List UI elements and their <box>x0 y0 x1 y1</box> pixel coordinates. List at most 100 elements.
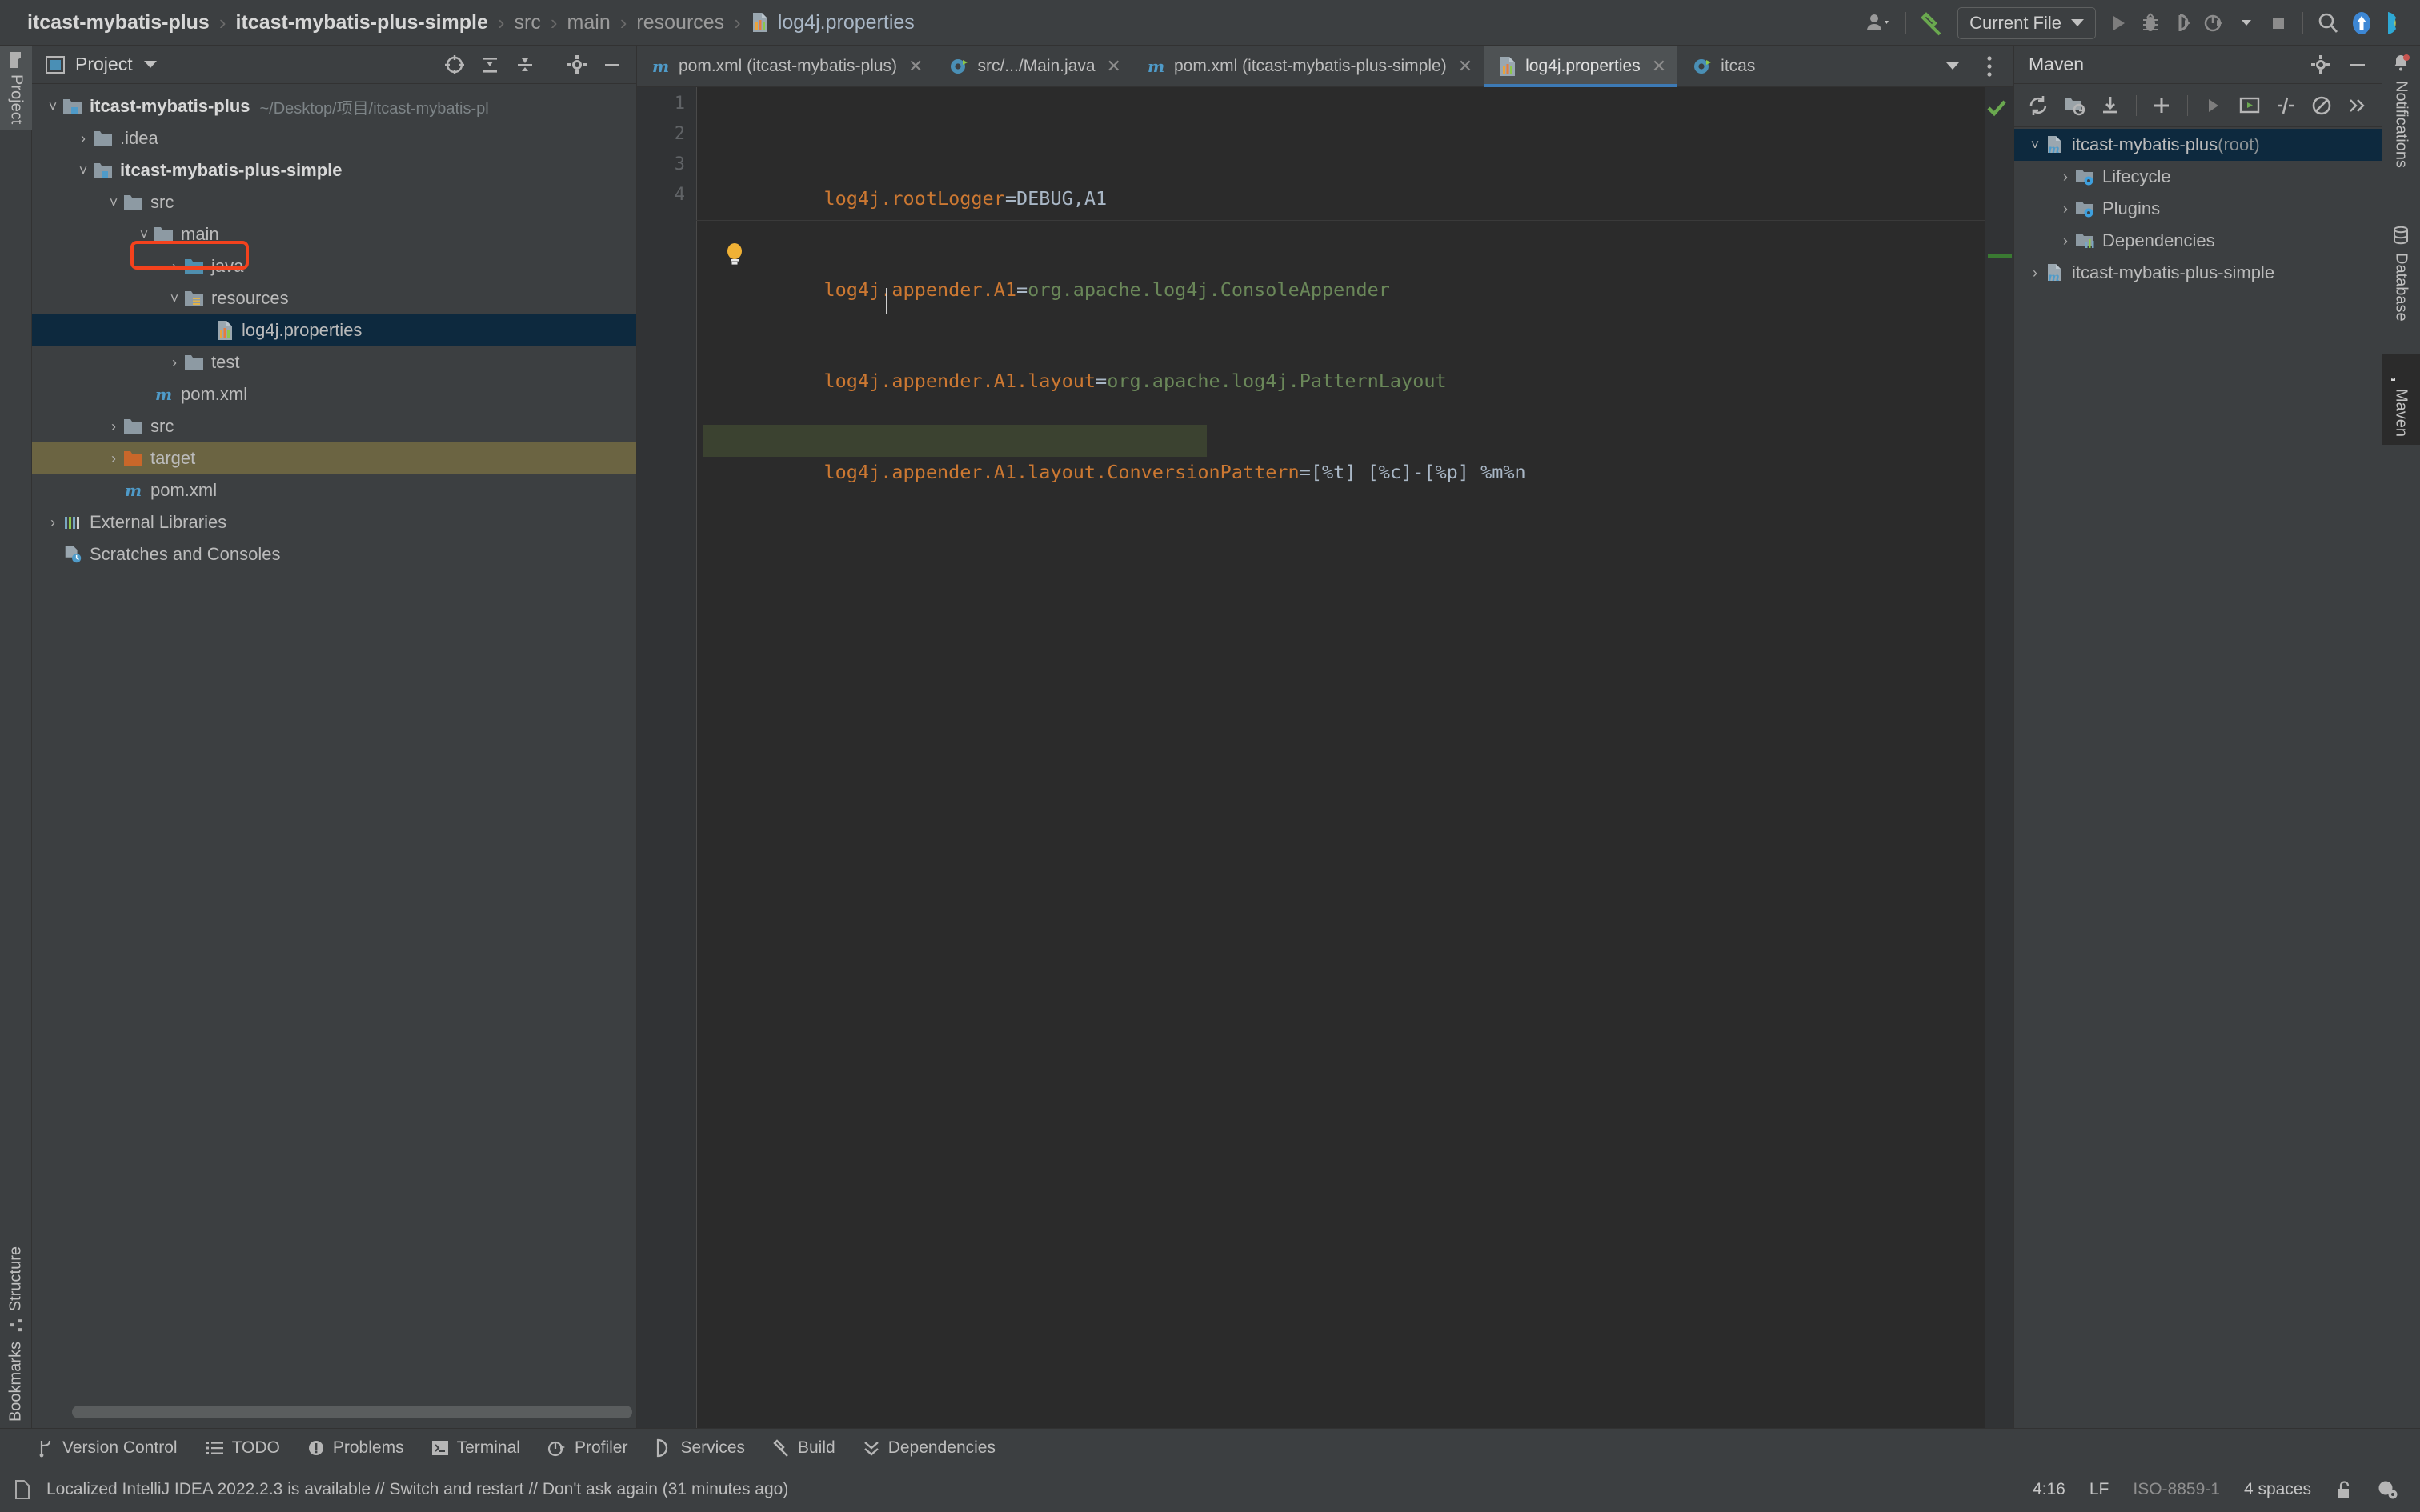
run-with-coverage-icon[interactable] <box>2166 5 2198 42</box>
indent-setting[interactable]: 4 spaces <box>2244 1480 2311 1499</box>
stop-icon[interactable] <box>2262 5 2294 42</box>
chevron-right-icon[interactable]: › <box>2025 265 2045 282</box>
chevron-down-icon[interactable]: ˅ <box>43 98 62 115</box>
maven-row-plugins[interactable]: › Plugins <box>2014 193 2382 225</box>
chevron-right-icon[interactable]: › <box>165 354 184 371</box>
breadcrumb-item-0[interactable]: itcast-mybatis-plus <box>19 11 218 34</box>
bottom-item-profiler[interactable]: Profiler <box>547 1438 628 1458</box>
hide-icon[interactable] <box>2342 49 2374 81</box>
tree-row-pom-root[interactable]: m pom.xml <box>32 474 636 506</box>
tree-row-java[interactable]: › java <box>32 250 636 282</box>
tree-row-idea[interactable]: › .idea <box>32 122 636 154</box>
chevron-down-icon[interactable] <box>1937 48 1969 85</box>
close-icon[interactable]: ✕ <box>908 56 923 77</box>
chevron-down-icon[interactable]: ˅ <box>104 194 123 211</box>
bottom-item-problems[interactable]: Problems <box>307 1438 404 1458</box>
maven-project-tree[interactable]: ˅ m itcast-mybatis-plus (root) › Lifecyc… <box>2014 127 2382 289</box>
bottom-item-dependencies[interactable]: Dependencies <box>863 1438 996 1458</box>
tab-itcast-truncated[interactable]: itcas <box>1677 46 1766 86</box>
project-horizontal-scrollbar[interactable] <box>72 1406 632 1418</box>
maven-row-dependencies[interactable]: › Dependencies <box>2014 225 2382 257</box>
bottom-item-version-control[interactable]: Version Control <box>37 1438 178 1458</box>
breadcrumb-item-1[interactable]: itcast-mybatis-plus-simple <box>228 11 496 34</box>
reload-all-icon[interactable] <box>2021 88 2055 123</box>
tree-row-src-root[interactable]: › src <box>32 410 636 442</box>
toggle-offline-icon[interactable] <box>2305 88 2339 123</box>
bottom-item-terminal[interactable]: Terminal <box>431 1438 520 1458</box>
tab-main-java[interactable]: src/.../Main.java ✕ <box>934 46 1132 86</box>
code-lines[interactable]: log4j.rootLogger=DEBUG,A1 log4j.appender… <box>711 92 1981 518</box>
profiler-icon[interactable] <box>2198 5 2230 42</box>
chevron-down-icon[interactable]: ˅ <box>134 226 154 243</box>
locate-icon[interactable] <box>439 49 471 81</box>
execute-goal-icon[interactable] <box>2232 88 2266 123</box>
bottom-item-build[interactable]: Build <box>772 1438 835 1458</box>
caret-position[interactable]: 4:16 <box>2033 1480 2065 1499</box>
toggle-skip-tests-icon[interactable] <box>2268 88 2302 123</box>
sidebar-item-maven[interactable]: m Maven <box>2382 354 2420 445</box>
breadcrumb-item-2[interactable]: src <box>507 11 549 34</box>
maven-row-itcast-mybatis-plus-root[interactable]: ˅ m itcast-mybatis-plus (root) <box>2014 129 2382 161</box>
sidebar-item-database[interactable]: Database <box>2382 218 2420 330</box>
editor-gutter[interactable]: 1 2 3 4 <box>637 87 696 1460</box>
tab-pom-xml-itcast-mybatis-plus-simple[interactable]: m pom.xml (itcast-mybatis-plus-simple) ✕ <box>1132 46 1484 86</box>
close-icon[interactable]: ✕ <box>1107 56 1121 77</box>
ok-check-icon[interactable] <box>1986 98 2007 118</box>
tree-row-pom-simple[interactable]: m pom.xml <box>32 378 636 410</box>
profiler-dropdown-icon[interactable] <box>2230 5 2262 42</box>
tree-row-external-libraries[interactable]: › External Libraries <box>32 506 636 538</box>
close-icon[interactable]: ✕ <box>1652 56 1666 77</box>
breadcrumb-item-4[interactable]: resources <box>628 11 732 34</box>
breadcrumb-item-3[interactable]: main <box>559 11 619 34</box>
line-separator[interactable]: LF <box>2089 1480 2109 1499</box>
update-project-icon[interactable] <box>2345 5 2378 42</box>
chevron-right-icon[interactable]: › <box>2056 169 2075 186</box>
close-icon[interactable]: ✕ <box>1458 56 1472 77</box>
sidebar-item-structure[interactable]: Structure <box>0 1240 32 1340</box>
ide-logo-icon[interactable] <box>2378 5 2412 42</box>
unlocked-icon[interactable] <box>2335 1479 2353 1500</box>
user-icon[interactable] <box>1861 5 1897 42</box>
more-vertical-icon[interactable] <box>1973 48 2005 85</box>
settings-gear-icon[interactable] <box>561 49 593 81</box>
chevron-right-icon[interactable]: › <box>104 450 123 467</box>
status-message[interactable]: Localized IntelliJ IDEA 2022.2.3 is avai… <box>46 1480 788 1499</box>
sidebar-item-project[interactable]: Project <box>0 46 32 130</box>
inspections-widget-icon[interactable] <box>2377 1479 2399 1500</box>
tree-row-scratches[interactable]: Scratches and Consoles <box>32 538 636 570</box>
expand-all-icon[interactable] <box>474 49 506 81</box>
chevron-right-icon[interactable]: › <box>2056 201 2075 218</box>
chevron-right-icon[interactable]: › <box>43 514 62 531</box>
run-icon[interactable] <box>2102 5 2134 42</box>
tree-row-test[interactable]: › test <box>32 346 636 378</box>
project-file-tree[interactable]: ˅ itcast-mybatis-plus ~/Desktop/项目/itcas… <box>32 84 636 1428</box>
download-sources-icon[interactable] <box>2093 88 2127 123</box>
file-encoding[interactable]: ISO-8859-1 <box>2133 1480 2220 1499</box>
chevron-down-icon[interactable] <box>144 61 157 68</box>
run-icon[interactable] <box>2196 88 2230 123</box>
memory-indicator-icon[interactable] <box>13 1479 32 1500</box>
debug-icon[interactable] <box>2134 5 2166 42</box>
chevron-down-icon[interactable]: ˅ <box>74 162 93 179</box>
chevron-down-icon[interactable]: ˅ <box>2025 137 2045 154</box>
breadcrumb-item-5[interactable]: log4j.properties <box>743 11 923 34</box>
collapse-all-icon[interactable] <box>509 49 541 81</box>
run-configuration-selector[interactable]: Current File <box>1957 7 2096 39</box>
chevron-right-icon[interactable]: › <box>165 258 184 275</box>
bottom-item-services[interactable]: Services <box>655 1438 745 1458</box>
tree-row-src[interactable]: ˅ src <box>32 186 636 218</box>
code-editor[interactable]: 1 2 3 4 log4j.rootLogger=DEBUG,A1 log4j.… <box>637 87 2013 1460</box>
tab-pom-xml-itcast-mybatis-plus[interactable]: m pom.xml (itcast-mybatis-plus) ✕ <box>637 46 934 86</box>
tree-row-main[interactable]: ˅ main <box>32 218 636 250</box>
chevron-right-icon[interactable]: › <box>2056 233 2075 250</box>
maven-row-lifecycle[interactable]: › Lifecycle <box>2014 161 2382 193</box>
add-maven-project-icon[interactable] <box>2145 88 2179 123</box>
bottom-item-todo[interactable]: TODO <box>205 1438 280 1458</box>
more-icon[interactable] <box>2341 88 2375 123</box>
chevron-right-icon[interactable]: › <box>104 418 123 435</box>
tree-row-itcast-mybatis-plus-simple[interactable]: ˅ itcast-mybatis-plus-simple <box>32 154 636 186</box>
tree-row-itcast-mybatis-plus[interactable]: ˅ itcast-mybatis-plus ~/Desktop/项目/itcas… <box>32 90 636 122</box>
tree-row-resources[interactable]: ˅ resources <box>32 282 636 314</box>
editor-marker-bar[interactable] <box>1985 87 2013 1460</box>
changed-lines-marker[interactable] <box>1988 254 2012 258</box>
